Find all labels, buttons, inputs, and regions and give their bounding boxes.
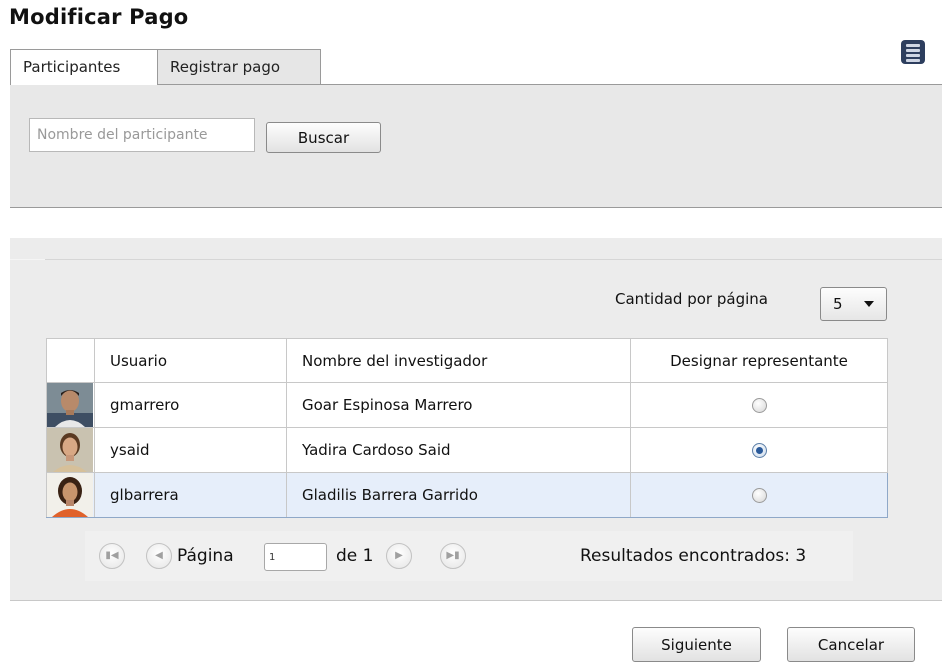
next-page-icon[interactable]: ▶ [386,543,412,569]
user-cell: ysaid [94,427,287,473]
tab-participantes[interactable]: Participantes [10,49,158,85]
prev-page-icon[interactable]: ◀ [146,543,172,569]
page-label: Página [177,546,234,566]
search-button[interactable]: Buscar [266,122,381,153]
participant-name-input[interactable] [29,118,255,152]
avatar [47,383,93,427]
representative-column-header: Designar representante [630,338,888,383]
results-count: Resultados encontrados: 3 [580,546,807,566]
page-title: Modificar Pago [9,5,189,29]
user-column-header: Usuario [94,338,287,383]
representative-cell [630,427,888,473]
per-page-label: Cantidad por página [615,290,768,308]
photo-cell [46,427,95,473]
panel-divider-line [45,259,942,260]
last-page-icon[interactable]: ▶▮ [440,543,466,569]
page-number-input[interactable] [264,543,327,571]
representative-radio[interactable] [751,443,767,458]
photo-cell [46,472,95,518]
next-button[interactable]: Siguiente [632,627,761,662]
avatar [47,428,93,472]
chevron-down-icon [864,301,874,307]
avatar [47,473,93,517]
researcher-name-cell: Gladilis Barrera Garrido [286,472,631,518]
list-menu-icon[interactable] [901,40,925,64]
representative-radio[interactable] [751,488,767,503]
participants-table: Usuario Nombre del investigador Designar… [46,338,888,518]
researcher-name-cell: Goar Espinosa Marrero [286,382,631,428]
photo-cell [46,382,95,428]
per-page-value: 5 [833,295,843,313]
researcher-name-cell: Yadira Cardoso Said [286,427,631,473]
table-row[interactable]: ysaid Yadira Cardoso Said [46,427,888,473]
researcher-column-header: Nombre del investigador [286,338,631,383]
first-page-icon[interactable]: ▮◀ [99,543,125,569]
cancel-button[interactable]: Cancelar [787,627,915,662]
page-total-label: de 1 [336,546,374,566]
photo-column-header [46,338,95,383]
panel-divider [10,259,45,260]
tab-registrar-pago[interactable]: Registrar pago [157,49,321,84]
user-cell: gmarrero [94,382,287,428]
user-cell: glbarrera [94,472,287,518]
table-row[interactable]: gmarrero Goar Espinosa Marrero [46,382,888,428]
representative-radio[interactable] [751,398,767,413]
table-row[interactable]: glbarrera Gladilis Barrera Garrido [46,472,888,518]
representative-cell [630,472,888,518]
representative-cell [630,382,888,428]
table-header-row: Usuario Nombre del investigador Designar… [46,338,888,383]
per-page-select[interactable]: 5 [820,287,887,321]
